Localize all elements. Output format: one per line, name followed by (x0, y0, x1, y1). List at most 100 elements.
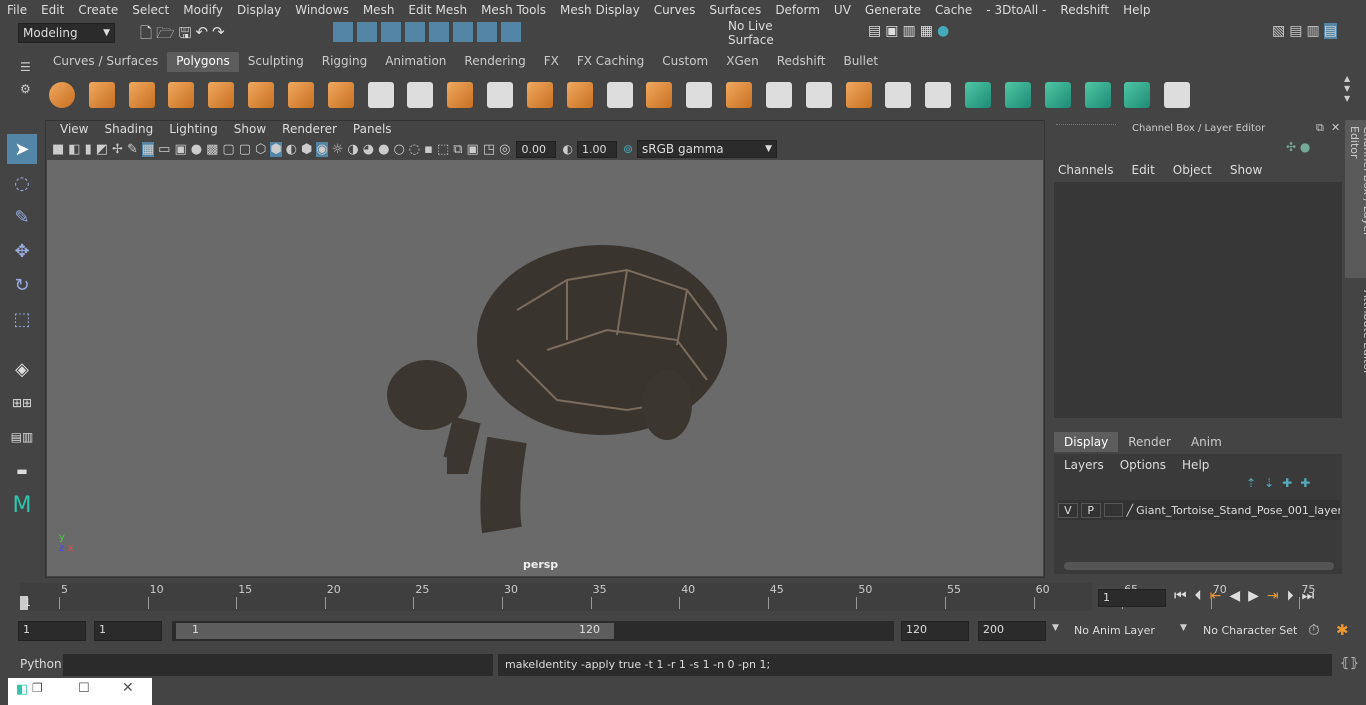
move-tool-icon[interactable]: ✥ (7, 236, 37, 266)
exposure-icon[interactable]: ◎ (499, 142, 510, 157)
snap-view-icon[interactable] (453, 22, 473, 42)
cylindrical-uv-icon[interactable] (1004, 82, 1031, 108)
auto-key-icon[interactable]: ⏱ (1308, 621, 1320, 639)
viewport-menu-view[interactable]: View (52, 122, 96, 136)
color-management-icon[interactable]: ⊚ (623, 142, 633, 156)
layer-color-icon[interactable]: ╱ (1126, 504, 1133, 517)
insert-edge-loop-icon[interactable] (765, 82, 792, 108)
step-forward-key-icon[interactable]: ⇥ (1267, 588, 1279, 604)
spherical-uv-icon[interactable] (1044, 82, 1071, 108)
step-forward-icon[interactable]: ⏵ (1287, 588, 1294, 604)
menu-edit-mesh[interactable]: Edit Mesh (401, 3, 474, 17)
2d-pan-zoom-icon[interactable]: ✢ (112, 142, 123, 157)
layer-visibility-toggle[interactable]: V (1058, 502, 1078, 518)
menu-surfaces[interactable]: Surfaces (702, 3, 768, 17)
help-icon[interactable] (501, 22, 521, 42)
save-scene-icon[interactable]: 🖫 (179, 23, 192, 48)
image-plane-icon[interactable]: ◩ (96, 142, 108, 157)
camera-attributes-icon[interactable]: ◧ (68, 142, 80, 157)
isolate-select-icon[interactable]: ⬚ (437, 142, 449, 157)
menu-curves[interactable]: Curves (647, 3, 703, 17)
motion-blur-icon[interactable]: ○ (393, 142, 404, 157)
select-tool-icon[interactable]: ➤ (7, 134, 37, 164)
smooth-icon[interactable] (487, 82, 514, 108)
command-language-label[interactable]: Python (20, 657, 62, 671)
append-polygon-icon[interactable] (686, 82, 713, 108)
new-empty-layer-icon[interactable]: ✚ (1282, 476, 1292, 490)
xray-joints-icon[interactable]: ⧉ (453, 142, 462, 157)
poly-sphere-icon[interactable] (49, 82, 75, 108)
go-to-start-icon[interactable]: ⏮ (1174, 588, 1187, 604)
current-frame-field[interactable]: 1 (1098, 589, 1166, 607)
viewport-menu-show[interactable]: Show (226, 122, 274, 136)
extrude-icon[interactable] (566, 82, 593, 108)
tortoise-model[interactable] (47, 160, 1043, 576)
layout-shelf-icon[interactable]: ▬ (7, 456, 37, 486)
start-time-field[interactable]: 1 (18, 621, 86, 641)
uv-editor-icon[interactable] (1204, 82, 1230, 108)
four-view-layout-icon[interactable]: ⊞⊞ (7, 388, 37, 418)
step-back-key-icon[interactable]: ⇤ (1210, 588, 1222, 604)
outliner-layout-icon[interactable]: ▤▥ (7, 422, 37, 452)
target-weld-icon[interactable] (845, 82, 872, 108)
viewport-canvas[interactable]: yz x persp (47, 160, 1043, 576)
lights-icon[interactable]: ◑ (347, 142, 358, 157)
tab-sculpting[interactable]: Sculpting (239, 52, 313, 72)
tab-fx[interactable]: FX (535, 52, 568, 72)
layer-scrollbar[interactable] (1064, 562, 1334, 570)
use-default-material-icon[interactable]: ◐ (286, 142, 297, 157)
rotate-tool-icon[interactable]: ↻ (7, 270, 37, 300)
animation-preferences-icon[interactable]: ✱ (1336, 621, 1349, 639)
play-backwards-icon[interactable]: ◀ (1229, 588, 1240, 604)
camera-select-icon[interactable]: ■ (52, 142, 64, 157)
tool-settings-toggle-icon[interactable]: ▥ (1306, 23, 1319, 39)
live-surface-field[interactable]: No Live Surface (724, 19, 820, 47)
grease-pencil-icon[interactable]: ✎ (127, 142, 138, 157)
bookmark-icon[interactable]: ▮ (85, 142, 92, 157)
time-slider[interactable]: 5101520253035404550556065707580859095100… (20, 583, 1315, 611)
automatic-uv-icon[interactable] (1084, 82, 1111, 108)
offset-edge-loop-icon[interactable] (805, 82, 832, 108)
new-scene-icon[interactable]: 🗋 (140, 23, 152, 48)
multi-cut-icon[interactable] (606, 82, 633, 108)
menu-uv[interactable]: UV (827, 3, 858, 17)
select-by-component-icon[interactable] (381, 22, 401, 42)
close-window-icon[interactable]: ✕ (122, 680, 134, 696)
tab-display[interactable]: Display (1054, 432, 1119, 452)
channel-icons[interactable]: ✣ ● (1286, 140, 1310, 154)
shelf-menu-icon[interactable]: ☰ (20, 60, 36, 74)
open-scene-icon[interactable]: 🗁 (156, 23, 175, 48)
menu-3dtoall[interactable]: - 3DtoAll - (979, 3, 1053, 17)
layers-menu[interactable]: Layers (1064, 458, 1104, 472)
anim-layer-dropdown[interactable]: No Anim Layer (1074, 624, 1155, 637)
command-input[interactable] (63, 654, 493, 676)
go-to-end-icon[interactable]: ⏭ (1302, 588, 1315, 604)
menu-help[interactable]: Help (1116, 3, 1157, 17)
move-layer-down-icon[interactable]: ⇣ (1264, 476, 1274, 490)
wireframe-on-shaded-icon[interactable]: ⬢ (301, 142, 312, 157)
depth-of-field-icon[interactable]: ▪ (424, 142, 433, 157)
panel-drag-handle[interactable] (1056, 124, 1116, 132)
side-tab-channel-box[interactable]: Channel Box / Layer Editor (1345, 120, 1366, 278)
poly-cone-icon[interactable] (168, 82, 195, 108)
layer-type-toggle[interactable] (1103, 503, 1124, 517)
side-tab-attribute-editor[interactable]: Attribute Editor (1345, 284, 1366, 394)
scale-tool-icon[interactable]: ⬚ (7, 304, 37, 334)
ambient-occlusion-icon[interactable]: ● (378, 142, 389, 157)
paint-select-tool-icon[interactable]: ✎ (7, 202, 37, 232)
help-menu[interactable]: Help (1182, 458, 1209, 472)
field-chart-icon[interactable]: ▩ (206, 142, 218, 157)
xray-active-icon[interactable]: ▣ (467, 142, 479, 157)
tab-rigging[interactable]: Rigging (313, 52, 376, 72)
poly-cylinder-icon[interactable] (128, 82, 155, 108)
workspace-dropdown[interactable]: Modeling ▼ (18, 23, 115, 43)
viewport-menu-shading[interactable]: Shading (96, 122, 161, 136)
end-time-field[interactable]: 200 (978, 621, 1046, 641)
ipr-render-icon[interactable]: ▥ (902, 23, 915, 39)
single-perspective-layout-icon[interactable]: ◈ (7, 354, 37, 384)
edit-menu[interactable]: Edit (1132, 163, 1155, 177)
menu-create[interactable]: Create (71, 3, 125, 17)
planar-uv-icon[interactable] (965, 82, 992, 108)
backface-culling-icon[interactable]: ◳ (483, 142, 495, 157)
gamma-icon[interactable]: ◐ (562, 142, 572, 156)
